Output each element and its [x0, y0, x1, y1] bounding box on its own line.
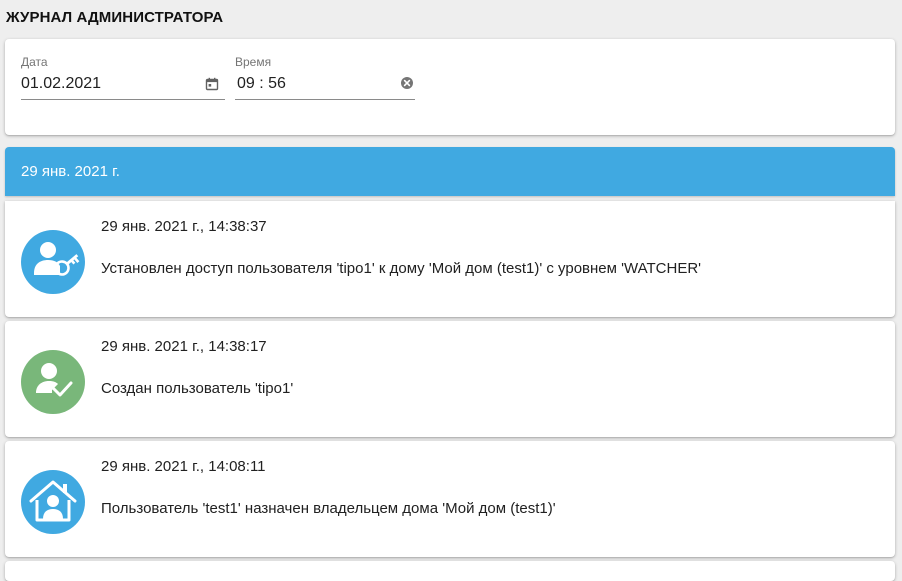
user-check-icon: [21, 350, 85, 414]
page-title: ЖУРНАЛ АДМИНИСТРАТОРА: [6, 9, 224, 26]
event-timestamp: 29 янв. 2021 г., 14:38:37: [101, 218, 267, 235]
house-user-icon: [21, 470, 85, 534]
event-timestamp: 29 янв. 2021 г., 14:08:11: [101, 458, 266, 475]
filter-panel: Дата 01.02.2021 Время 09 : 56: [5, 39, 895, 135]
event-item[interactable]: 29 янв. 2021 г., 14:38:37 Установлен дос…: [5, 201, 895, 317]
event-message: Создан пользователь 'tipo1': [101, 380, 294, 397]
event-item[interactable]: [5, 561, 895, 581]
calendar-icon[interactable]: [205, 77, 219, 91]
date-input[interactable]: 01.02.2021: [21, 75, 101, 93]
time-input[interactable]: 09 : 56: [237, 75, 286, 93]
event-item[interactable]: 29 янв. 2021 г., 14:38:17 Создан пользов…: [5, 321, 895, 437]
event-message: Установлен доступ пользователя 'tipo1' к…: [101, 260, 702, 277]
date-group-label: 29 янв. 2021 г.: [21, 163, 120, 180]
user-key-icon: [21, 230, 85, 294]
date-group-header: 29 янв. 2021 г.: [5, 147, 895, 196]
date-label: Дата: [21, 55, 48, 69]
event-item[interactable]: 29 янв. 2021 г., 14:08:11 Пользователь '…: [5, 441, 895, 557]
event-message: Пользователь 'test1' назначен владельцем…: [101, 500, 556, 517]
event-timestamp: 29 янв. 2021 г., 14:38:17: [101, 338, 267, 355]
time-label: Время: [235, 55, 272, 69]
clear-circle-icon[interactable]: [400, 76, 414, 90]
time-underline: [235, 99, 415, 100]
date-underline: [21, 99, 225, 100]
